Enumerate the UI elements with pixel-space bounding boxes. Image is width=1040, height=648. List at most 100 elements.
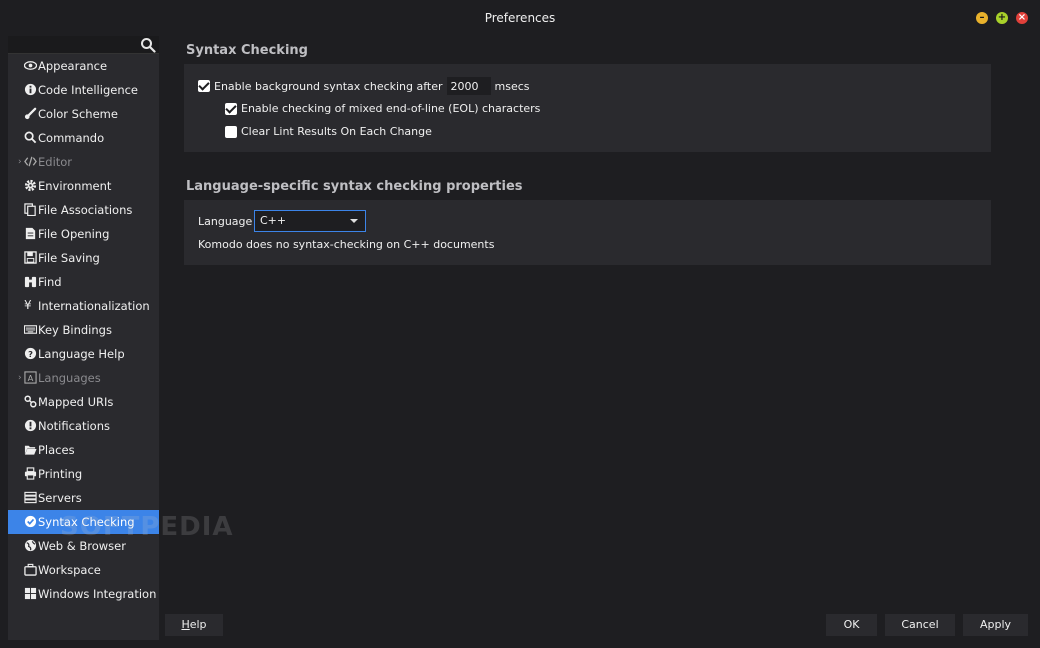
alert-icon [24,419,37,432]
sidebar-item-windows-integration[interactable]: Windows Integration [8,582,159,606]
cancel-button[interactable]: Cancel [885,614,955,636]
folder-open-icon [24,445,37,455]
file-icon [25,227,36,240]
sidebar-item-environment[interactable]: Environment [8,174,159,198]
svg-text:A: A [28,373,34,383]
bg-syntax-check-row: Enable background syntax checking after … [198,77,530,95]
sidebar-item-label: Color Scheme [38,107,118,121]
ok-button[interactable]: OK [826,614,877,636]
sidebar-item-file-opening[interactable]: File Opening [8,222,159,246]
sidebar-item-label: Language Help [38,347,125,361]
sidebar-item-servers[interactable]: Servers [8,486,159,510]
language-label-row: Language [198,215,252,228]
sidebar-item-language-help[interactable]: ? Language Help [8,342,159,366]
sidebar-item-commando[interactable]: Commando [8,126,159,150]
sidebar-item-label: Printing [38,467,83,481]
sidebar-item-key-bindings[interactable]: Key Bindings [8,318,159,342]
sidebar-item-appearance[interactable]: Appearance [8,54,159,78]
window-titlebar: Preferences [0,0,1040,36]
sidebar-item-label: Notifications [38,419,110,433]
apply-button[interactable]: Apply [963,614,1028,636]
sidebar-item-notifications[interactable]: Notifications [8,414,159,438]
language-note-row: Komodo does no syntax-checking on C++ do… [198,238,494,251]
sidebar-item-internationalization[interactable]: ¥ Internationalization [8,294,159,318]
eol-check-label: Enable checking of mixed end-of-line (EO… [241,102,541,115]
gear-icon [24,179,37,192]
code-icon [24,156,37,167]
sidebar-item-label: Places [38,443,75,457]
language-props-panel: Language C++ Komodo does no syntax-check… [184,200,991,265]
chevron-right-icon[interactable]: › [18,150,22,174]
sidebar-item-label: Windows Integration [38,587,157,601]
section-title-language-props: Language-specific syntax checking proper… [186,179,523,194]
sidebar-item-label: Languages [38,371,101,385]
sidebar-item-label: Find [38,275,62,289]
windows-icon [24,587,37,600]
sidebar-item-places[interactable]: Places [8,438,159,462]
sidebar-item-label: Key Bindings [38,323,112,337]
watermark: SOFTPEDIA [60,512,234,542]
delay-unit-label: msecs [494,79,530,93]
help-button[interactable]: Help [165,614,223,636]
clear-lint-checkbox[interactable] [225,125,237,138]
syntax-checking-panel: Enable background syntax checking after … [184,64,991,152]
delay-input[interactable] [446,77,491,95]
question-icon: ? [24,347,37,360]
sidebar-search[interactable] [8,36,159,54]
clear-lint-label: Clear Lint Results On Each Change [241,125,432,138]
window-title: Preferences [484,11,556,25]
yen-icon: ¥ [24,298,32,312]
link-icon [24,395,37,408]
search-icon[interactable] [140,37,156,53]
sidebar-item-code-intelligence[interactable]: Code Intelligence [8,78,159,102]
language-icon: A [24,371,37,384]
sidebar-item-label: File Saving [38,251,100,265]
brush-icon [24,107,37,120]
minimize-button[interactable]: – [976,12,988,24]
sidebar-item-label: Mapped URIs [38,395,114,409]
sidebar-item-label: File Opening [38,227,110,241]
sidebar-item-label: Servers [38,491,82,505]
maximize-button[interactable]: + [996,12,1008,24]
files-icon [24,203,36,216]
sidebar-item-label: Internationalization [38,299,150,313]
save-icon [24,251,37,264]
keyboard-icon [24,325,37,334]
sidebar-item-label: Code Intelligence [38,83,139,97]
bg-syntax-check-label: Enable background syntax checking after [214,79,443,93]
close-button[interactable]: × [1016,12,1028,24]
chevron-down-icon [350,219,358,223]
binoculars-icon [24,276,37,288]
sidebar-item-languages[interactable]: › A Languages [8,366,159,390]
section-title-syntax-checking: Syntax Checking [186,43,308,58]
eye-icon [24,61,37,70]
sidebar-item-label: Environment [38,179,112,193]
sidebar-item-label: Appearance [38,59,108,73]
sidebar-item-label: Commando [38,131,105,145]
sidebar-item-mapped-uris[interactable]: Mapped URIs [8,390,159,414]
sidebar-item-printing[interactable]: Printing [8,462,159,486]
briefcase-icon [24,563,37,576]
language-select-value: C++ [260,214,287,227]
sidebar-item-color-scheme[interactable]: Color Scheme [8,102,159,126]
printer-icon [24,467,37,480]
sidebar-item-editor[interactable]: › Editor [8,150,159,174]
server-icon [24,491,37,504]
sidebar-item-file-saving[interactable]: File Saving [8,246,159,270]
sidebar-item-file-associations[interactable]: File Associations [8,198,159,222]
bg-syntax-check-checkbox[interactable] [198,80,210,92]
language-note: Komodo does no syntax-checking on C++ do… [198,238,495,251]
check-circle-icon [24,515,37,528]
sidebar-item-workspace[interactable]: Workspace [8,558,159,582]
info-icon [24,83,37,96]
eol-check-checkbox[interactable] [225,102,237,115]
language-select[interactable]: C++ [254,210,366,232]
language-label: Language [198,215,253,228]
clear-lint-row: Clear Lint Results On Each Change [225,125,432,138]
globe-icon [24,539,37,552]
chevron-right-icon[interactable]: › [18,366,22,390]
sidebar-item-label: Editor [38,155,73,169]
sidebar-item-label: File Associations [38,203,133,217]
sidebar-item-find[interactable]: Find [8,270,159,294]
sidebar-item-label: Workspace [38,563,101,577]
